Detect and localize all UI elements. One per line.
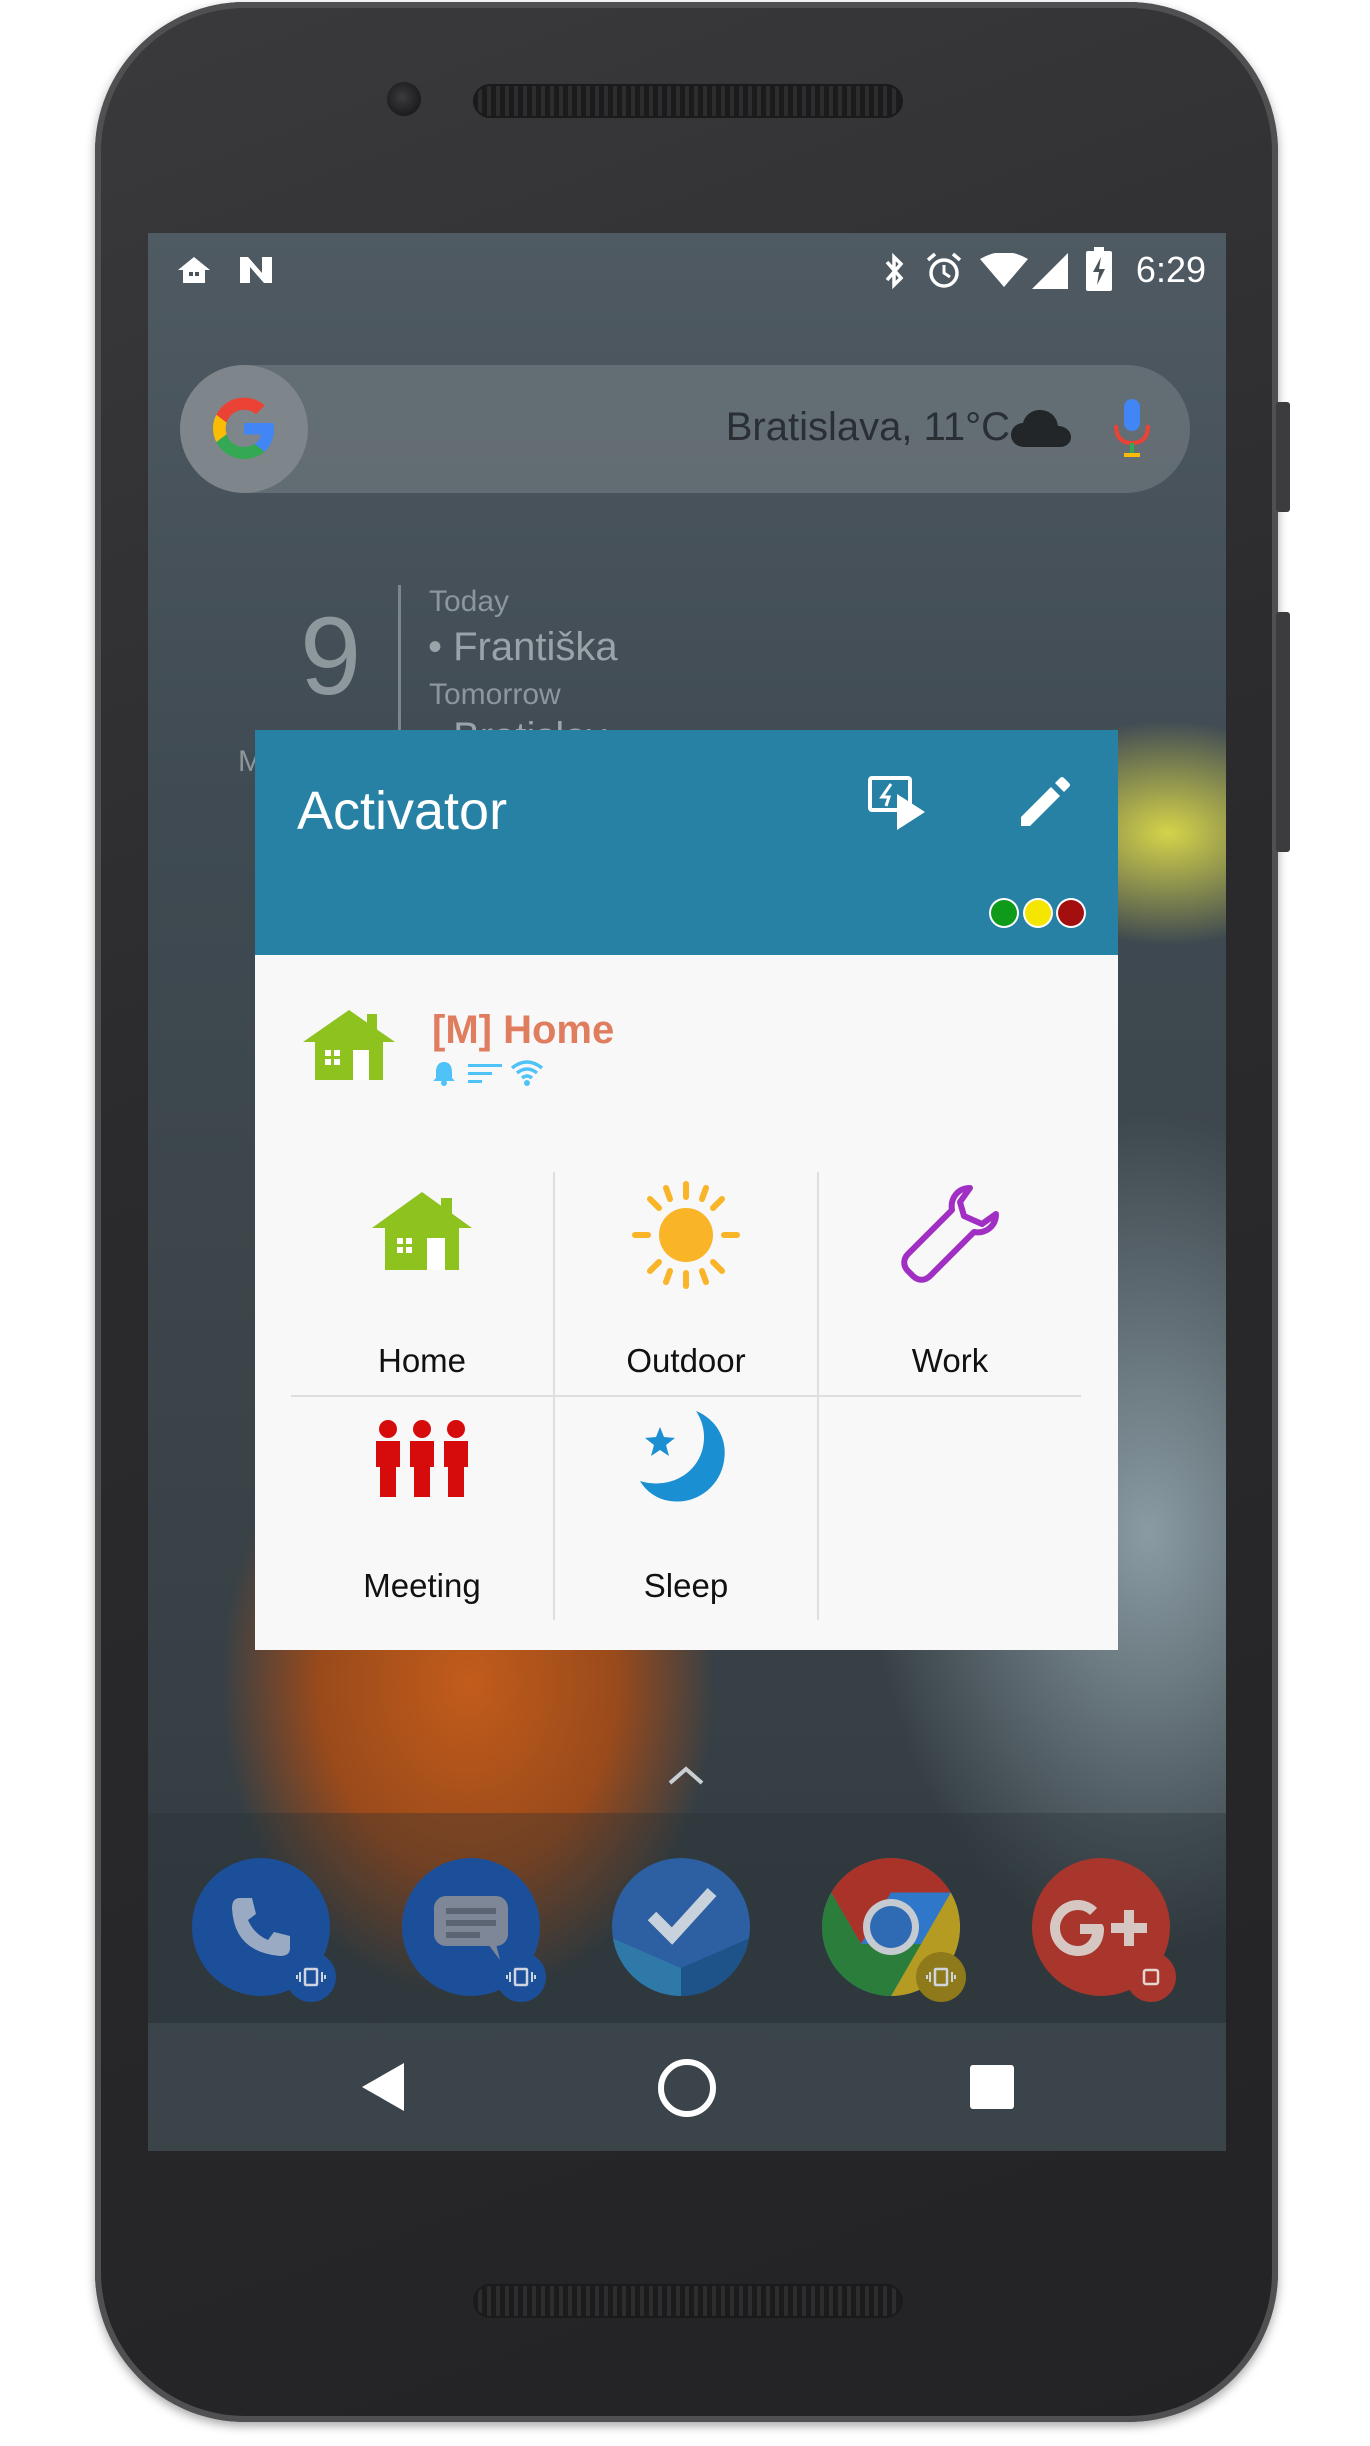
calendar-divider — [398, 585, 401, 745]
activator-widget: Activator [M] Home Home Outdoor Work Mee… — [255, 730, 1118, 1650]
profile-label: Outdoor — [626, 1342, 746, 1379]
power-button — [1276, 402, 1290, 512]
cloud-icon — [1011, 410, 1071, 447]
current-profile-name[interactable]: [M] Home — [432, 1008, 614, 1053]
widget-header: Activator — [255, 730, 1118, 955]
google-search-bar[interactable]: Bratislava, 11°C — [180, 365, 1190, 493]
edit-pencil-icon[interactable] — [1015, 776, 1071, 832]
wrench-icon — [901, 1185, 999, 1283]
wifi-icon — [510, 1060, 544, 1086]
google-g-icon[interactable] — [180, 365, 308, 493]
profile-outdoor[interactable]: Outdoor — [555, 1172, 817, 1394]
current-profile-house-icon — [303, 1010, 395, 1080]
house-icon — [372, 1192, 472, 1270]
profile-work[interactable]: Work — [819, 1172, 1081, 1394]
alarm-icon — [926, 252, 962, 288]
top-speaker — [473, 84, 903, 118]
battery-charging-icon — [1086, 247, 1112, 291]
home-icon — [178, 257, 210, 283]
list-lines-icon — [468, 1064, 502, 1083]
weather-location-temp[interactable]: Bratislava, 11°C — [726, 405, 1010, 450]
back-icon[interactable] — [358, 2061, 406, 2113]
quick-run-icon[interactable] — [867, 774, 927, 834]
vibrate-badge-icon — [496, 1952, 546, 2002]
home-button-icon[interactable] — [656, 2057, 718, 2119]
widget-title: Activator — [297, 781, 508, 841]
google-plus-app-icon[interactable] — [1032, 1858, 1176, 2002]
tomorrow-label: Tomorrow — [429, 678, 561, 711]
bottom-speaker — [473, 2284, 903, 2318]
today-event[interactable]: • Františka — [428, 625, 618, 670]
profile-grid: Home Outdoor Work Meeting Sleep — [291, 1172, 1081, 1620]
navigation-bar — [148, 2023, 1226, 2151]
volume-button — [1276, 612, 1290, 852]
profile-meeting[interactable]: Meeting — [291, 1397, 553, 1619]
bell-icon — [433, 1062, 455, 1086]
today-label: Today — [429, 585, 510, 618]
profile-label: Home — [377, 1342, 467, 1379]
vibrate-badge-icon — [286, 1952, 336, 2002]
wifi-icon — [980, 253, 1028, 287]
moon-star-icon — [640, 1411, 725, 1502]
status-dot-red — [1058, 900, 1084, 926]
people-icon — [376, 1420, 468, 1497]
screen: 6:29 Bratislava, 11°C 9 Today • Františk… — [148, 233, 1226, 2151]
calendar-day: 9 — [300, 595, 362, 718]
n-notification-icon — [240, 257, 272, 283]
status-dot-green — [991, 900, 1017, 926]
chrome-app-icon[interactable] — [822, 1858, 966, 2002]
sun-icon — [632, 1181, 740, 1289]
status-bar: 6:29 — [148, 233, 1226, 313]
bluetooth-icon — [885, 252, 904, 290]
vibrate-badge-icon — [916, 1952, 966, 2002]
chevron-up-icon[interactable] — [666, 1763, 706, 1787]
profile-label: Sleep — [643, 1567, 729, 1604]
clock-time: 6:29 — [1135, 249, 1206, 290]
status-dot-yellow — [1025, 900, 1051, 926]
messages-app-icon[interactable] — [402, 1858, 546, 2002]
profile-sleep[interactable]: Sleep — [555, 1397, 817, 1619]
recents-icon[interactable] — [968, 2063, 1016, 2111]
mic-icon[interactable] — [1112, 397, 1152, 461]
square-badge-icon — [1126, 1952, 1176, 2002]
profile-label: Work — [911, 1342, 989, 1379]
inbox-app-icon[interactable] — [612, 1858, 750, 1996]
phone-app-icon[interactable] — [192, 1858, 336, 2002]
front-camera — [387, 82, 421, 116]
profile-home[interactable]: Home — [291, 1172, 553, 1394]
profile-label: Meeting — [363, 1567, 481, 1604]
signal-icon — [1032, 253, 1068, 289]
